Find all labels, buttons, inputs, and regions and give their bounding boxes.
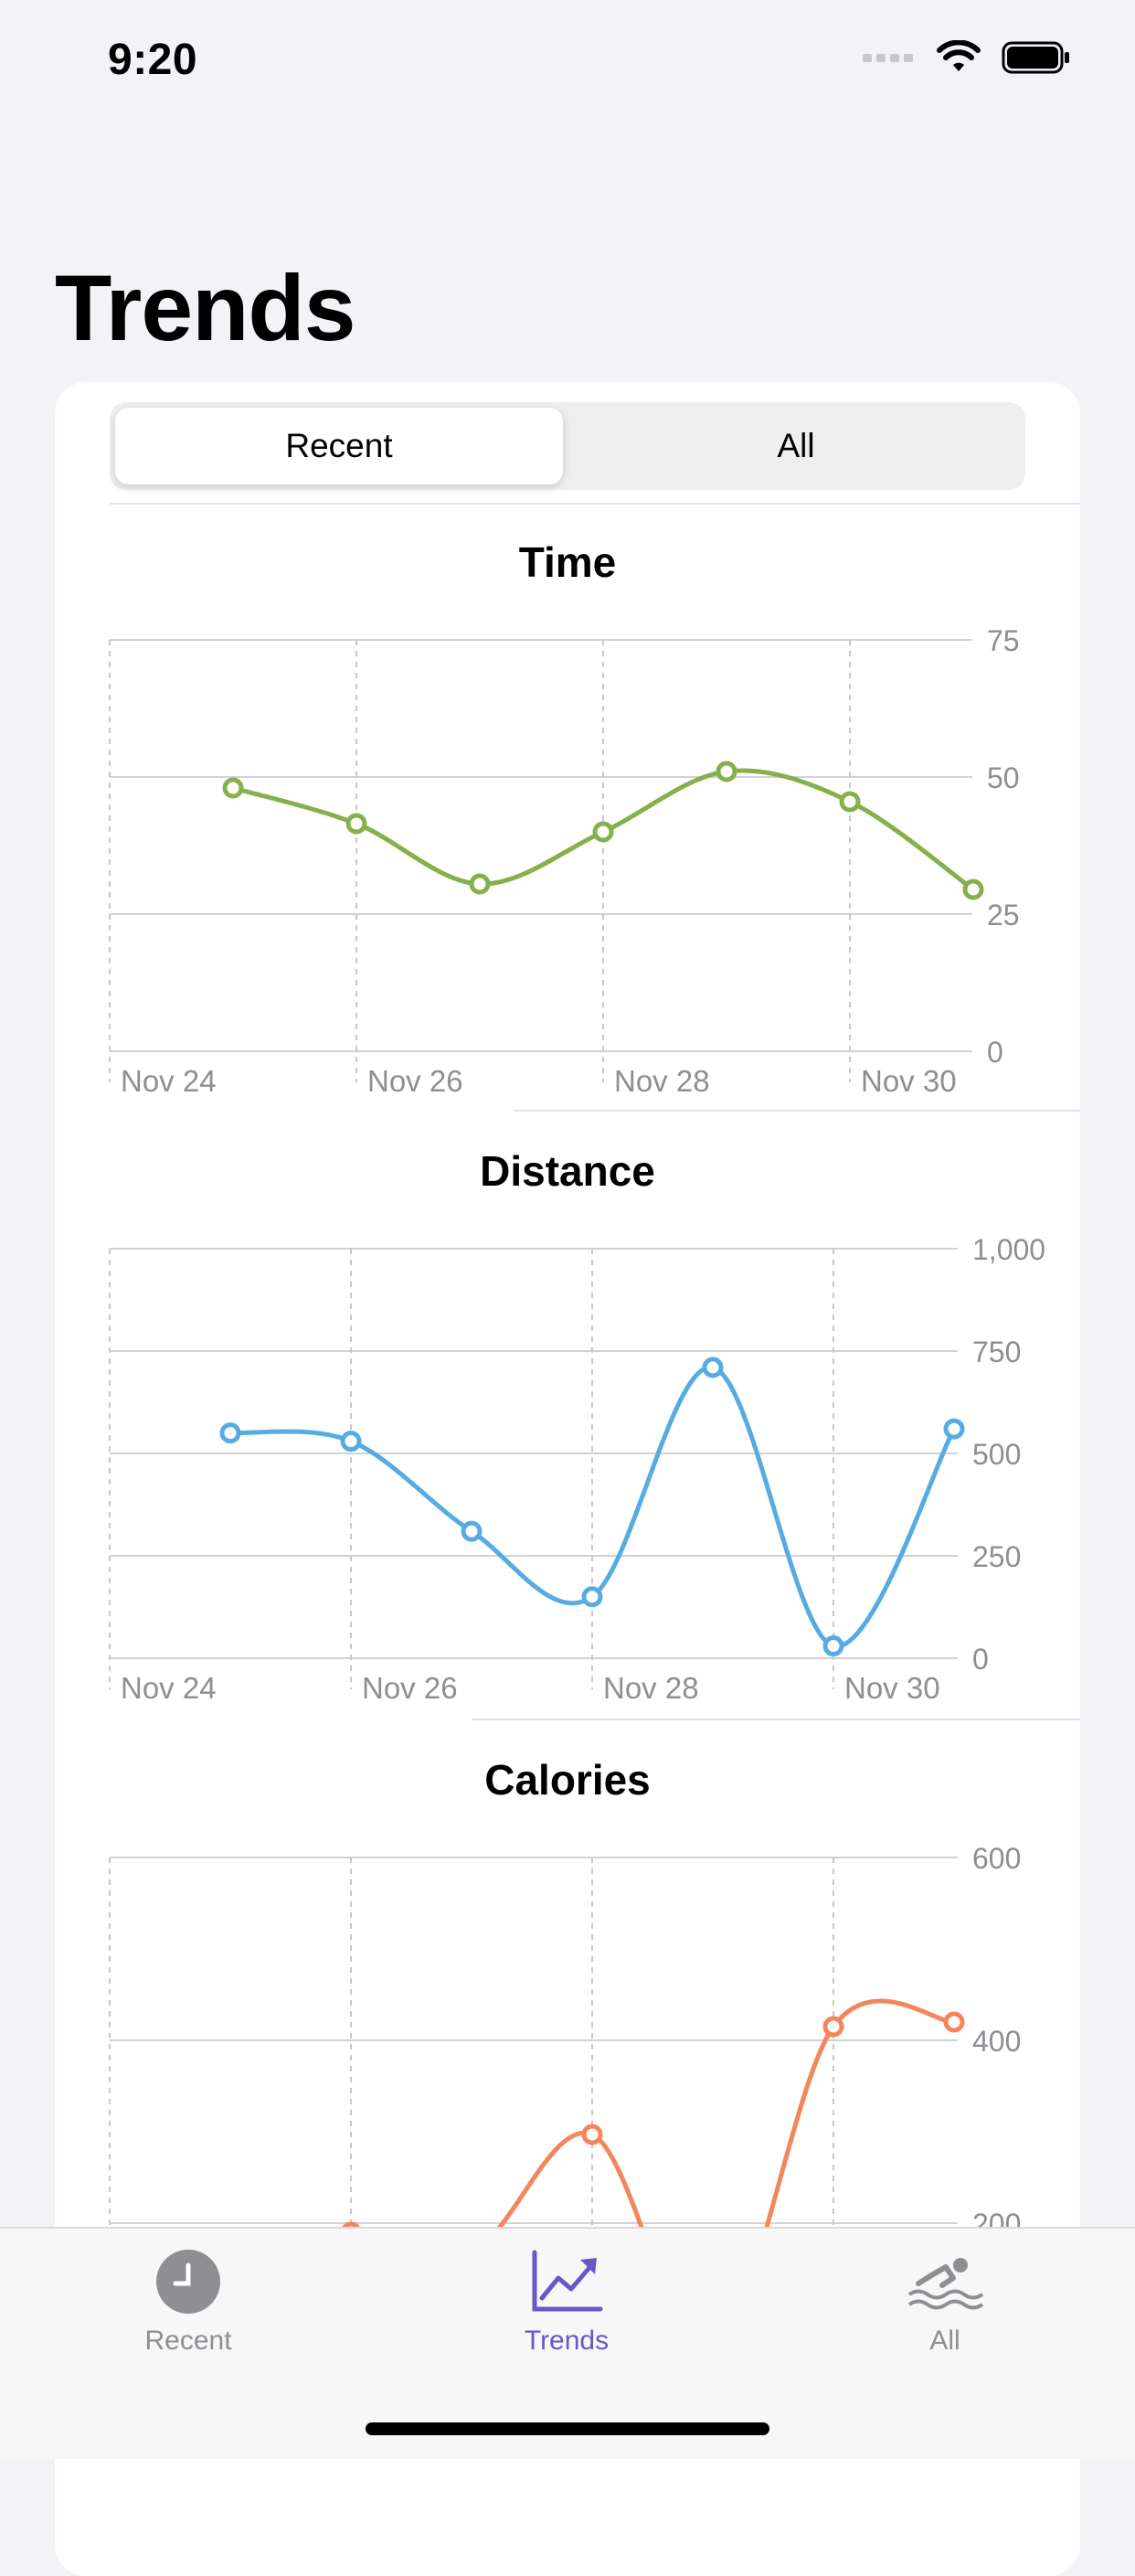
- segment-all[interactable]: All: [572, 408, 1020, 484]
- x-tick-label: Nov 24: [121, 1671, 217, 1705]
- swimmer-icon: [907, 2258, 984, 2310]
- separator: [514, 1110, 1080, 1112]
- distance-chart: 0 250 500 750 1,000 Nov 24 Nov 26 Nov 28 Nov 30: [109, 1233, 1045, 1705]
- y-tick-label: 500: [972, 1438, 1021, 1471]
- y-tick-label: 75: [987, 624, 1020, 657]
- chart-title-distance: Distance: [480, 1147, 655, 1195]
- x-tick-label: Nov 28: [614, 1064, 710, 1098]
- segmented-control: Recent All: [110, 402, 1025, 490]
- tab-label-trends: Trends: [524, 2326, 610, 2356]
- data-point: [839, 791, 861, 813]
- y-tick-label: 600: [972, 1842, 1021, 1875]
- chart-title-time: Time: [518, 538, 617, 586]
- wifi-icon: [937, 40, 981, 71]
- status-icons: [863, 40, 1071, 75]
- y-tick-label: 750: [972, 1336, 1021, 1368]
- tab-recent[interactable]: Recent: [51, 2247, 325, 2357]
- y-tick-label: 400: [972, 2025, 1021, 2058]
- x-tick-label: Nov 24: [121, 1064, 217, 1098]
- data-point: [702, 1357, 724, 1378]
- data-point: [822, 2016, 844, 2038]
- y-tick-label: 1,000: [972, 1233, 1045, 1266]
- tab-label-recent: Recent: [144, 2326, 232, 2356]
- chart-line-uptrend-icon: [532, 2250, 603, 2312]
- cellular-signal-icon: [863, 54, 913, 62]
- page-title: Trends: [55, 256, 355, 360]
- y-tick-label: 50: [987, 761, 1020, 794]
- data-point: [581, 1586, 603, 1608]
- data-point: [340, 1431, 362, 1453]
- x-tick-label: Nov 30: [844, 1671, 940, 1705]
- data-point: [469, 873, 491, 895]
- separator: [110, 503, 1080, 505]
- data-point: [222, 777, 244, 799]
- x-tick-label: Nov 28: [603, 1671, 699, 1705]
- data-point: [822, 1635, 844, 1657]
- x-tick-label: Nov 26: [367, 1064, 463, 1098]
- data-point: [592, 821, 614, 843]
- calories-chart: 0200400600: [109, 1842, 1021, 2423]
- segment-recent[interactable]: Recent: [115, 408, 563, 484]
- clock-icon: [156, 2250, 220, 2314]
- tab-label-all: All: [929, 2326, 960, 2356]
- separator: [472, 1719, 1080, 1720]
- x-tick-label: Nov 30: [861, 1064, 957, 1098]
- data-point: [962, 878, 984, 900]
- home-indicator: [366, 2422, 769, 2435]
- y-tick-label: 0: [987, 1036, 1003, 1069]
- y-tick-label: 250: [972, 1540, 1021, 1573]
- tab-trends[interactable]: Trends: [430, 2247, 704, 2357]
- tab-all[interactable]: All: [808, 2247, 1082, 2357]
- y-tick-label: 0: [972, 1643, 989, 1676]
- time-chart: 0 25 50 75 Nov 24 Nov 26 Nov 28 Nov 30: [109, 624, 1020, 1098]
- data-point: [943, 2011, 965, 2033]
- battery-icon: [1002, 41, 1069, 74]
- data-point: [581, 2124, 603, 2145]
- data-point: [345, 813, 367, 835]
- chart-title-calories: Calories: [484, 1756, 651, 1804]
- data-point: [943, 1418, 965, 1440]
- status-bar: 9:20: [0, 0, 1135, 128]
- y-tick-label: 25: [987, 899, 1020, 931]
- data-point: [461, 1520, 483, 1542]
- data-point: [219, 1422, 241, 1444]
- status-time: 9:20: [108, 36, 198, 84]
- x-tick-label: Nov 26: [362, 1671, 458, 1705]
- data-point: [716, 761, 737, 782]
